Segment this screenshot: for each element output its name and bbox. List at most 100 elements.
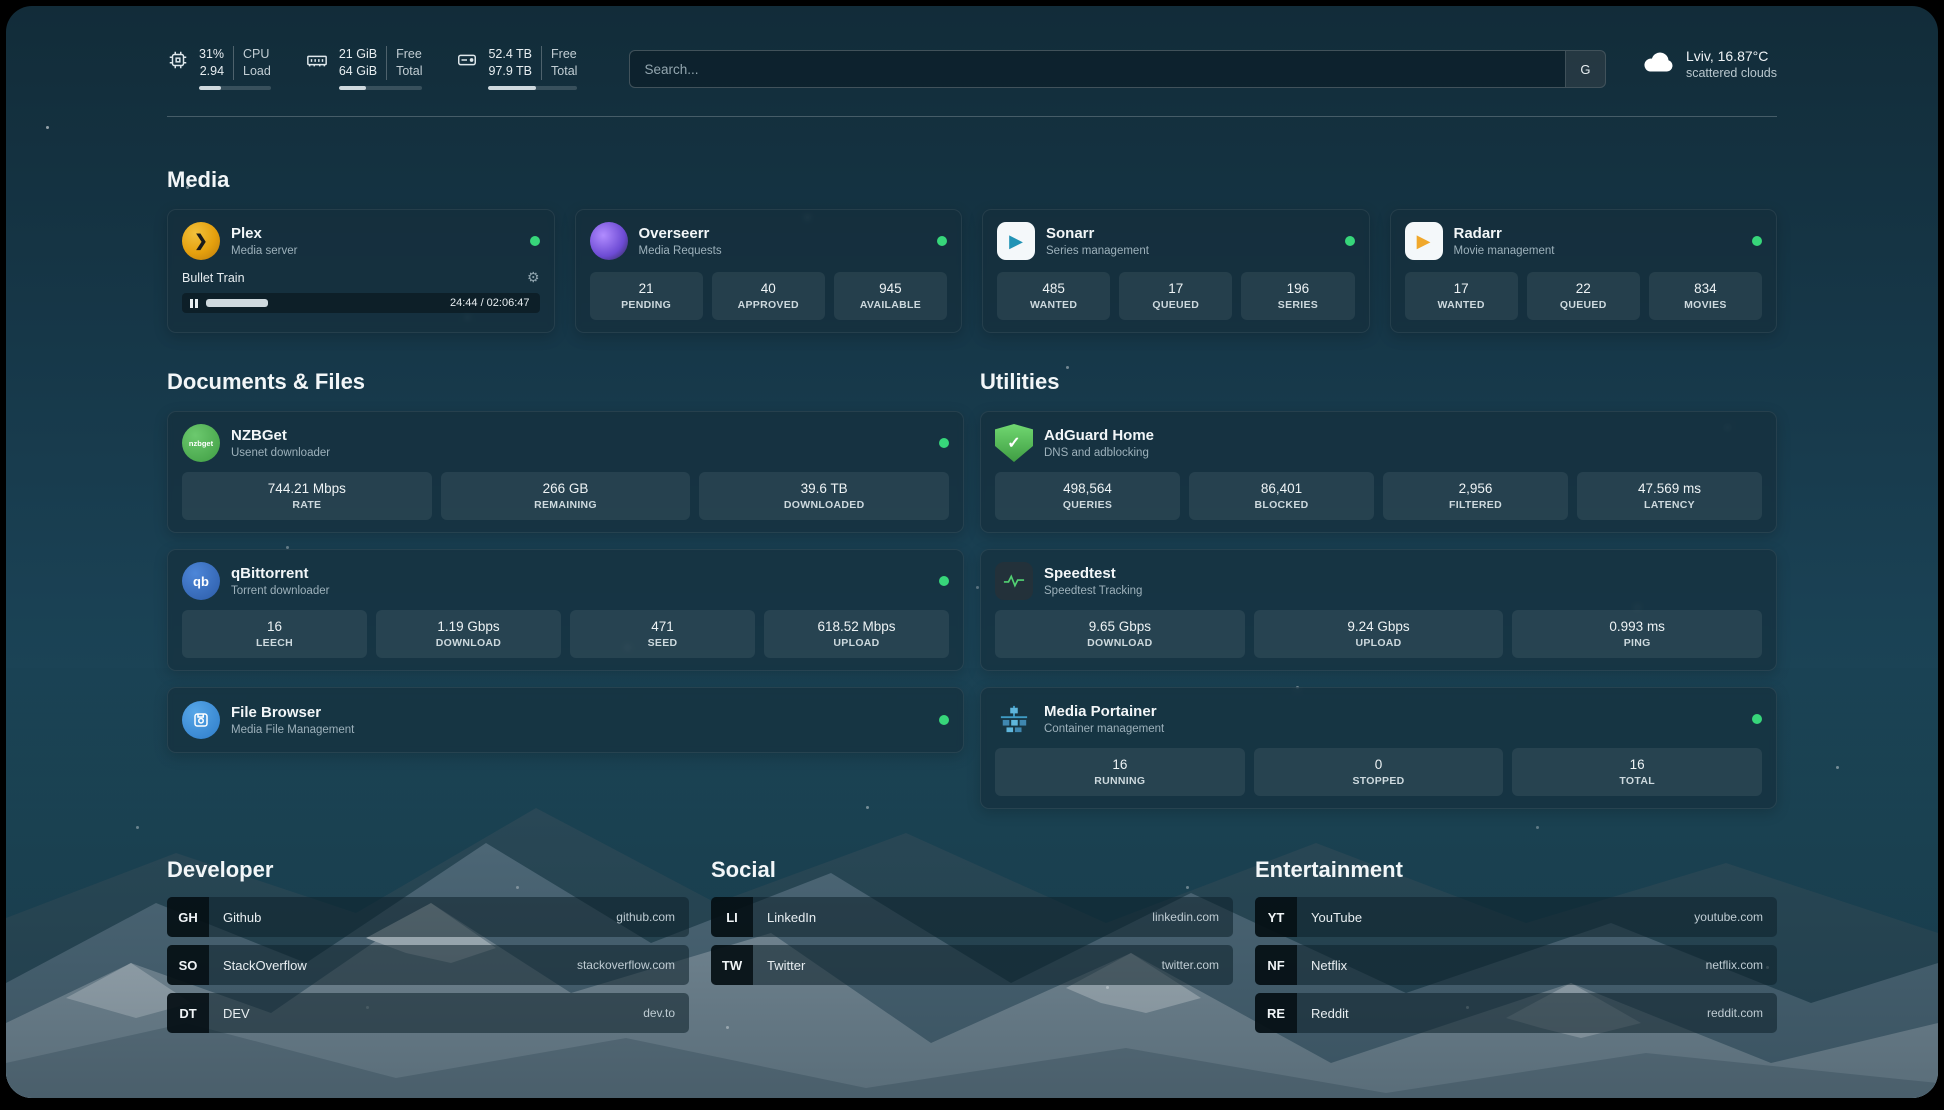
qbittorrent-stat-download: 1.19 Gbps DOWNLOAD (376, 610, 561, 658)
filebrowser-card[interactable]: File Browser Media File Management (167, 687, 964, 753)
developer-bookmarks: Developer GH Github github.com SO StackO… (167, 857, 689, 1041)
documents-column: Documents & Files nzbget NZBGet Usenet d… (167, 369, 964, 809)
qbittorrent-subtitle: Torrent downloader (231, 585, 939, 597)
sonarr-stat-series: 196 SERIES (1241, 272, 1354, 320)
sonarr-card[interactable]: ▶ Sonarr Series management 485 WANTED (982, 209, 1370, 333)
overseerr-card[interactable]: Overseerr Media Requests 21 PENDING 40 A… (575, 209, 963, 333)
nzbget-status-dot (939, 438, 949, 448)
ram-icon (305, 49, 329, 76)
utilities-section-title: Utilities (980, 369, 1777, 395)
disk-total-value: 97.9 TB (488, 63, 532, 80)
search-engine-button[interactable]: G (1565, 51, 1605, 87)
ram-free-label: Free (396, 46, 422, 63)
cpu-progress-fill (199, 86, 221, 90)
adguard-stat-queries: 498,564 QUERIES (995, 472, 1180, 520)
sonarr-stat-queued: 17 QUEUED (1119, 272, 1232, 320)
speedtest-name: Speedtest (1044, 565, 1762, 583)
media-section-title: Media (167, 167, 1777, 193)
qbittorrent-status-dot (939, 576, 949, 586)
social-bookmarks: Social LI LinkedIn linkedin.com TW Twitt… (711, 857, 1233, 1041)
github-icon: GH (167, 897, 209, 937)
bookmark-dev[interactable]: DT DEV dev.to (167, 993, 689, 1033)
nzbget-card[interactable]: nzbget NZBGet Usenet downloader 744.21 M… (167, 411, 964, 533)
nzbget-icon: nzbget (182, 424, 220, 462)
speedtest-card[interactable]: Speedtest Speedtest Tracking 9.65 Gbps D… (980, 549, 1777, 671)
topbar-divider (167, 116, 1777, 117)
portainer-stat-stopped: 0 STOPPED (1254, 748, 1504, 796)
radarr-name: Radarr (1454, 225, 1753, 243)
portainer-subtitle: Container management (1044, 723, 1752, 735)
ram-total-value: 64 GiB (339, 63, 377, 80)
pause-icon[interactable] (190, 299, 198, 308)
portainer-name: Media Portainer (1044, 703, 1752, 721)
plex-player-bar[interactable]: 24:44 / 02:06:47 (182, 293, 540, 313)
radarr-stat-movies: 834 MOVIES (1649, 272, 1762, 320)
cpu-usage-value: 31% (199, 46, 224, 63)
overseerr-subtitle: Media Requests (639, 245, 938, 257)
bookmark-stackoverflow[interactable]: SO StackOverflow stackoverflow.com (167, 945, 689, 985)
qbittorrent-icon: qb (182, 562, 220, 600)
portainer-status-dot (1752, 714, 1762, 724)
disk-total-label: Total (551, 63, 577, 80)
bookmark-twitter[interactable]: TW Twitter twitter.com (711, 945, 1233, 985)
disk-progress-track (488, 86, 577, 90)
bookmark-reddit[interactable]: RE Reddit reddit.com (1255, 993, 1777, 1033)
overseerr-stat-available: 945 AVAILABLE (834, 272, 947, 320)
overseerr-icon (590, 222, 628, 260)
speedtest-stat-download: 9.65 Gbps DOWNLOAD (995, 610, 1245, 658)
nzbget-stat-remaining: 266 GB REMAINING (441, 472, 691, 520)
filebrowser-name: File Browser (231, 704, 939, 722)
ram-progress-fill (339, 86, 367, 90)
utilities-column: Utilities ✓ AdGuard Home DNS and adblock… (980, 369, 1777, 809)
reddit-icon: RE (1255, 993, 1297, 1033)
nzbget-name: NZBGet (231, 427, 939, 445)
qbittorrent-name: qBittorrent (231, 565, 939, 583)
cpu-load-label: Load (243, 63, 271, 80)
sonarr-name: Sonarr (1046, 225, 1345, 243)
developer-section-title: Developer (167, 857, 689, 883)
sonarr-icon: ▶ (997, 222, 1035, 260)
nzbget-stat-downloaded: 39.6 TB DOWNLOADED (699, 472, 949, 520)
adguard-card[interactable]: ✓ AdGuard Home DNS and adblocking 498,56… (980, 411, 1777, 533)
ram-total-label: Total (396, 63, 422, 80)
overseerr-name: Overseerr (639, 225, 938, 243)
bookmark-github[interactable]: GH Github github.com (167, 897, 689, 937)
adguard-stat-latency: 47.569 ms LATENCY (1577, 472, 1762, 520)
portainer-card[interactable]: Media Portainer Container management 16 … (980, 687, 1777, 809)
cpu-widget: 31% 2.94 CPU Load (167, 46, 271, 90)
search-input[interactable] (630, 51, 1565, 87)
portainer-stat-running: 16 RUNNING (995, 748, 1245, 796)
radarr-stat-queued: 22 QUEUED (1527, 272, 1640, 320)
filebrowser-icon (182, 701, 220, 739)
portainer-stat-total: 16 TOTAL (1512, 748, 1762, 796)
speedtest-icon (995, 562, 1033, 600)
qbittorrent-card[interactable]: qb qBittorrent Torrent downloader 16 LEE… (167, 549, 964, 671)
netflix-icon: NF (1255, 945, 1297, 985)
speedtest-subtitle: Speedtest Tracking (1044, 585, 1762, 597)
ram-widget: 21 GiB 64 GiB Free Total (305, 46, 423, 90)
entertainment-bookmarks: Entertainment YT YouTube youtube.com NF … (1255, 857, 1777, 1041)
cpu-icon (167, 49, 189, 76)
search-bar: G (629, 50, 1606, 88)
portainer-icon (995, 700, 1033, 738)
radarr-card[interactable]: ▶ Radarr Movie management 17 WANTED (1390, 209, 1778, 333)
plex-seek-fill (206, 299, 268, 307)
nzbget-subtitle: Usenet downloader (231, 447, 939, 459)
bookmark-netflix[interactable]: NF Netflix netflix.com (1255, 945, 1777, 985)
plex-settings-gear-icon[interactable]: ⚙ (527, 269, 540, 286)
disk-progress-fill (488, 86, 535, 90)
entertainment-section-title: Entertainment (1255, 857, 1777, 883)
bookmark-linkedin[interactable]: LI LinkedIn linkedin.com (711, 897, 1233, 937)
plex-status-dot (530, 236, 540, 246)
adguard-name: AdGuard Home (1044, 427, 1762, 445)
qbittorrent-stat-leech: 16 LEECH (182, 610, 367, 658)
documents-section-title: Documents & Files (167, 369, 964, 395)
adguard-shield-icon: ✓ (995, 424, 1033, 462)
sonarr-subtitle: Series management (1046, 245, 1345, 257)
plex-card[interactable]: ❯ Plex Media server Bullet Train ⚙ (167, 209, 555, 333)
bookmark-youtube[interactable]: YT YouTube youtube.com (1255, 897, 1777, 937)
overseerr-status-dot (937, 236, 947, 246)
dev-icon: DT (167, 993, 209, 1033)
radarr-icon: ▶ (1405, 222, 1443, 260)
top-bar: 31% 2.94 CPU Load (167, 46, 1777, 90)
